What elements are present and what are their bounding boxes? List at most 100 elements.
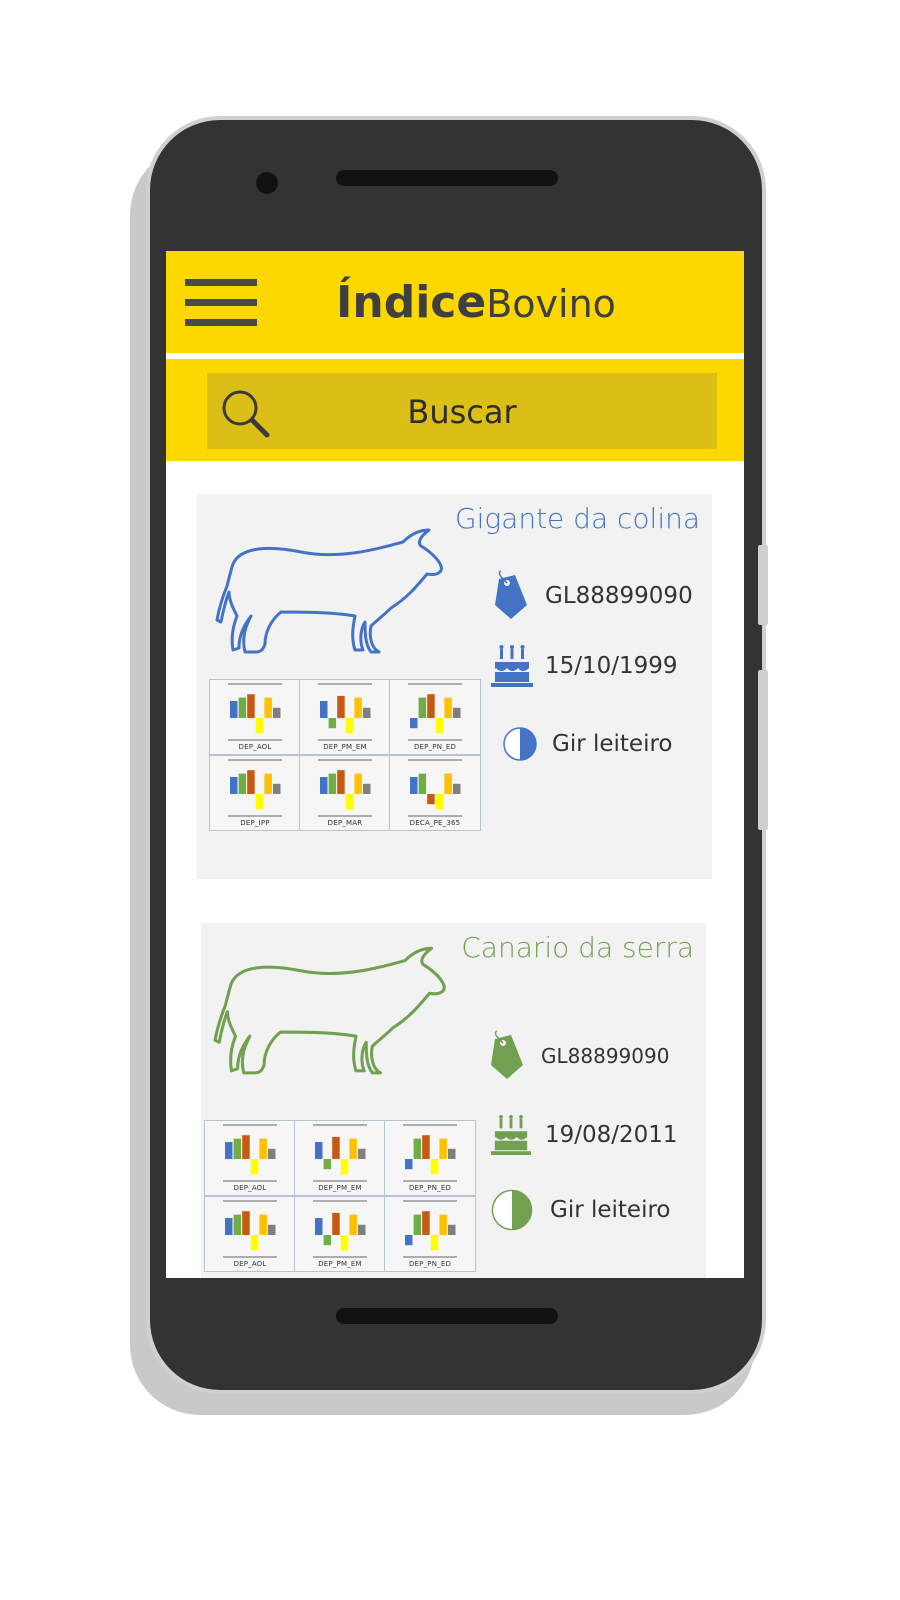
dep-chart-dep-pm-em[interactable]: DEP_PM_EM [294, 1120, 386, 1196]
chart-bar [268, 1148, 276, 1159]
app-title: ÍndiceBovino [336, 277, 616, 328]
dep-chart-dep-pn-ed[interactable]: DEP_PN_ED [384, 1196, 476, 1272]
search-input[interactable]: Buscar [207, 373, 717, 449]
chart-bar [410, 777, 418, 794]
chart-bar [242, 1135, 250, 1159]
chart-bar [225, 1218, 233, 1235]
chart-bar [259, 1214, 267, 1235]
chart-label: DEP_AOL [233, 1260, 267, 1268]
chart-bar [358, 1224, 366, 1235]
animal-card-gigante[interactable]: Gigante da colina GL88899090 15/10/1999 … [197, 494, 712, 879]
app-screen: ÍndiceBovino Buscar Gigante da colina GL… [166, 251, 744, 1278]
chart-label: DEP_PN_ED [408, 1260, 452, 1268]
chart-bar [230, 777, 238, 794]
dep-chart-dep-pm-em[interactable]: DEP_PM_EM [299, 679, 391, 755]
chart-bar [315, 1142, 323, 1159]
chart-bar [439, 1138, 447, 1159]
chart-bar [323, 1235, 332, 1246]
top-speaker [336, 170, 558, 186]
chart-bar [255, 718, 264, 734]
chart-bar [320, 701, 328, 718]
birth-date-row: 15/10/1999 [491, 644, 678, 688]
bottom-speaker [336, 1308, 558, 1324]
chart-label: DEP_MAR [327, 819, 363, 827]
dep-chart-dep-aol[interactable]: DEP_AOL [209, 679, 301, 755]
front-camera [256, 172, 278, 194]
hamburger-menu-icon[interactable] [185, 279, 257, 327]
chart-bar [247, 770, 255, 794]
chart-label: DEP_PM_EM [318, 1184, 362, 1192]
chart-bar [405, 1235, 413, 1246]
chart-label: DEP_PM_EM [318, 1260, 362, 1268]
chart-bar [430, 1235, 439, 1251]
chart-bar [273, 707, 281, 718]
animal-card-canario[interactable]: Canario da serra GL88899090 19/08/2011 G… [201, 923, 706, 1278]
chart-bar [448, 1224, 456, 1235]
chart-bar [320, 777, 328, 794]
chart-bar [259, 1138, 267, 1159]
chart-bar [332, 1212, 340, 1235]
dep-chart-dep-pn-ed[interactable]: DEP_PN_ED [389, 679, 481, 755]
chart-bar [328, 773, 337, 794]
power-button [758, 670, 768, 830]
chart-bar [363, 783, 371, 794]
chart-label: DEP_PM_EM [323, 743, 367, 751]
breed-row: Gir leiteiro [502, 726, 673, 762]
chart-label: DEP_PN_ED [413, 743, 457, 751]
animal-name: Canario da serra [461, 931, 694, 964]
chart-bar [345, 718, 354, 734]
dep-chart-dep-aol[interactable]: DEP_AOL [204, 1196, 296, 1272]
chart-bar [264, 697, 272, 718]
chart-label: DEP_AOL [233, 1184, 267, 1192]
chart-bar [323, 1159, 332, 1170]
chart-bar [358, 1148, 366, 1159]
breed: Gir leiteiro [550, 1197, 671, 1223]
chart-bar [250, 1235, 259, 1251]
chart-label: DECA_PE_365 [409, 819, 461, 827]
chart-bar [363, 707, 371, 718]
chart-bar [444, 697, 452, 718]
half-circle-icon [503, 727, 537, 761]
app-title-light: Bovino [486, 282, 616, 326]
half-circle-icon [491, 1189, 533, 1231]
animal-name: Gigante da colina [454, 502, 700, 535]
chart-bar [233, 1214, 242, 1235]
chart-bar [349, 1214, 357, 1235]
chart-bar [410, 718, 418, 729]
app-title-bold: Índice [336, 277, 487, 328]
tag-icon [491, 1030, 523, 1079]
dep-chart-dep-ipp[interactable]: DEP_IPP [209, 755, 301, 831]
chart-bar [349, 1138, 357, 1159]
chart-bar [340, 1159, 349, 1175]
tag-icon [495, 570, 527, 619]
chart-bar [315, 1218, 323, 1235]
chart-bar [238, 697, 247, 718]
chart-bar [247, 694, 255, 718]
chart-bar [354, 773, 362, 794]
app-bar: ÍndiceBovino [166, 251, 744, 353]
tag-number: GL88899090 [541, 1044, 670, 1068]
chart-bar [332, 1136, 340, 1159]
dep-chart-dep-mar[interactable]: DEP_MAR [299, 755, 391, 831]
birth-date-row: 19/08/2011 [491, 1113, 678, 1157]
dep-chart-dep-pn-ed[interactable]: DEP_PN_ED [384, 1120, 476, 1196]
chart-bar [418, 773, 427, 794]
chart-bar [250, 1159, 259, 1175]
bull-outline-icon [213, 946, 446, 1075]
breed-row: Gir leiteiro [490, 1188, 671, 1232]
chart-bar [435, 794, 444, 810]
chart-bar [413, 1138, 422, 1159]
chart-bar [225, 1142, 233, 1159]
tag-row: GL88899090 [485, 1027, 669, 1085]
dep-chart-dep-aol[interactable]: DEP_AOL [204, 1120, 296, 1196]
chart-bar [233, 1138, 242, 1159]
chart-bar [427, 694, 435, 718]
birth-date: 19/08/2011 [545, 1122, 678, 1148]
chart-bar [453, 783, 461, 794]
chart-bar [435, 718, 444, 734]
dep-chart-deca-pe-365[interactable]: DECA_PE_365 [389, 755, 481, 831]
dep-chart-dep-pm-em[interactable]: DEP_PM_EM [294, 1196, 386, 1272]
chart-bar [340, 1235, 349, 1251]
chart-bar [418, 697, 427, 718]
birth-date: 15/10/1999 [545, 653, 678, 679]
